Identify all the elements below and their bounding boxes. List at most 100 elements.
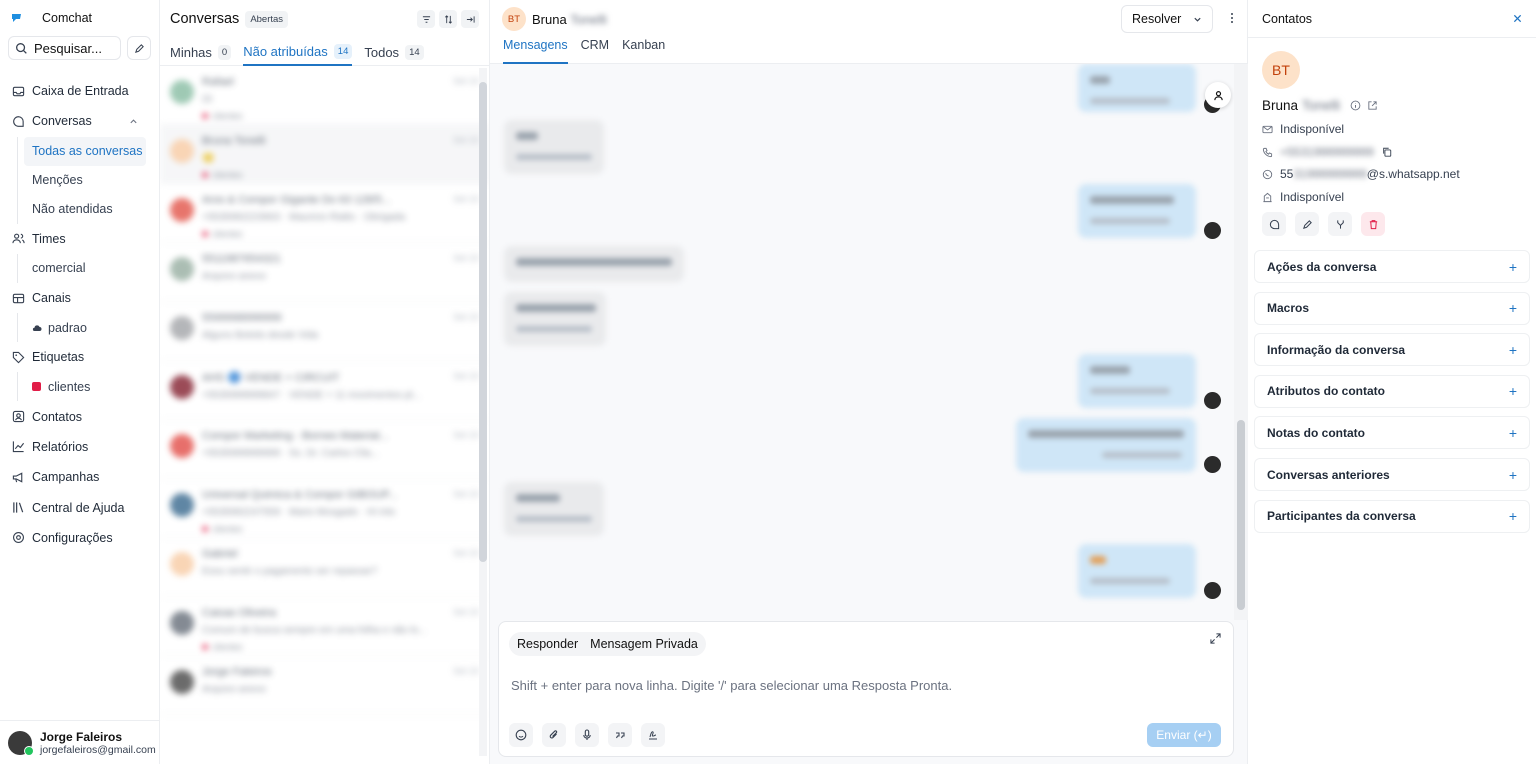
user-icon (1213, 90, 1223, 100)
label-text: clientes (212, 642, 243, 652)
filter-button[interactable] (417, 10, 435, 28)
conversation-item[interactable]: 5599998999999 Set 10 Alguns Bolotis desde … (160, 302, 489, 361)
agent-avatar (1204, 456, 1221, 473)
conversation-name: 5511987654321 (202, 253, 281, 265)
tab-mensagens[interactable]: Mensagens (503, 38, 568, 64)
accordion-label: Informação da conversa (1267, 342, 1406, 357)
delete-contact-button[interactable] (1361, 212, 1385, 236)
chevron-up-icon (130, 119, 137, 124)
sidebar-item-contatos[interactable]: Contatos (0, 401, 159, 431)
message-list (490, 64, 1234, 620)
conversation-item[interactable]: 5511987654321 Set 10 Arquivo anexo (160, 243, 489, 302)
sidebar-item-central-ajuda[interactable]: Central de Ajuda (0, 492, 159, 522)
sidebar-subitem-padrao[interactable]: padrao (24, 313, 159, 342)
copy-icon[interactable] (1382, 147, 1392, 157)
tab-count: 0 (217, 44, 232, 60)
message-incoming (504, 120, 604, 174)
conversation-list-scrollbar[interactable] (479, 68, 487, 756)
sidebar-item-inbox[interactable]: Caixa de Entrada (0, 76, 159, 106)
send-button[interactable]: Enviar (↵) (1147, 723, 1221, 747)
merge-contact-button[interactable] (1328, 212, 1352, 236)
chat-contact-name[interactable]: Bruna Tonelli (532, 12, 607, 27)
sidebar-item-label: Campanhas (32, 470, 100, 485)
status-badge[interactable]: Abertas (245, 10, 289, 28)
sidebar-item-relatorios[interactable]: Relatórios (0, 432, 159, 462)
brand[interactable]: Comchat (0, 0, 159, 36)
label-text: clientes (212, 111, 243, 121)
contact-icon (12, 410, 25, 423)
conversation-item[interactable]: Universal Quimica & Compor GIBOUP... Set … (160, 479, 489, 538)
sort-button[interactable] (439, 10, 457, 28)
message-input[interactable]: Shift + enter para nova linha. Digite '/… (511, 678, 952, 693)
conversation-name: Aros & Compor Gigante Do 63 128/5... (202, 194, 391, 206)
sidebar-item-campanhas[interactable]: Campanhas (0, 462, 159, 492)
tab-todos[interactable]: Todos 14 (364, 38, 424, 66)
assign-agent-button[interactable] (1205, 82, 1231, 108)
message-scrollbar[interactable] (1234, 64, 1248, 620)
scrollbar-thumb[interactable] (479, 82, 487, 562)
tab-mensagem-privada[interactable]: Mensagem Privada (590, 637, 698, 651)
info-icon[interactable] (1350, 100, 1361, 111)
tab-nao-atribuidas[interactable]: Não atribuídas 14 (243, 38, 353, 66)
resolve-button[interactable]: Resolver (1121, 5, 1213, 33)
conversation-item[interactable]: AHS 🔵 VENDE + CIRCUIT Set 10 +553599999984… (160, 361, 489, 420)
message-outgoing (1078, 64, 1196, 112)
scrollbar-thumb[interactable] (1237, 420, 1245, 610)
conversation-item[interactable]: Jorge Faleiros Set 10 Arquivo anexo (160, 656, 489, 715)
signature-button[interactable] (641, 723, 665, 747)
accordion-item[interactable]: Ações da conversa + (1254, 250, 1530, 283)
tab-kanban[interactable]: Kanban (622, 38, 665, 64)
expand-icon (1210, 633, 1221, 644)
conversation-item[interactable]: Aros & Compor Gigante Do 63 128/5... Set … (160, 184, 489, 243)
sidebar-subitem-clientes[interactable]: clientes (24, 372, 159, 401)
emoji-button[interactable] (509, 723, 533, 747)
close-icon[interactable] (1513, 14, 1522, 23)
conversation-item[interactable]: Gabriel Set 10 Esou sentir o pagamento ser… (160, 538, 489, 597)
attach-button[interactable] (542, 723, 566, 747)
sidebar-subitem-nao-atendidas[interactable]: Não atendidas (24, 195, 159, 224)
accordion-item[interactable]: Macros + (1254, 291, 1530, 325)
tab-responder[interactable]: Responder (517, 637, 578, 651)
sidebar-item-conversas[interactable]: Conversas (0, 106, 159, 136)
sidebar-item-canais[interactable]: Canais (0, 283, 159, 313)
tab-crm[interactable]: CRM (581, 38, 609, 64)
conversation-name: Jorge Faleiros (202, 666, 272, 678)
accordion-item[interactable]: Informação da conversa + (1254, 333, 1530, 367)
tab-count: 14 (333, 43, 353, 59)
conversation-name: Universal Quimica & Compor GIBOUP... (202, 489, 398, 501)
conversation-preview: +5535992247559 · Mario Mosgado · Hi Inlo (202, 507, 396, 518)
sidebar-item-configuracoes[interactable]: Configurações (0, 523, 159, 553)
cloud-icon (32, 325, 42, 331)
expand-editor-button[interactable] (1210, 632, 1221, 647)
tab-minhas[interactable]: Minhas 0 (170, 38, 232, 66)
conversation-item[interactable]: Compor Marketing - Bornes Material... Set… (160, 420, 489, 479)
quote-button[interactable] (608, 723, 632, 747)
conversation-item[interactable]: Rafael Set 10 Oi clientes (160, 66, 489, 125)
audio-button[interactable] (575, 723, 599, 747)
more-options-button[interactable] (1217, 12, 1247, 27)
user-profile[interactable]: Jorge Faleiros jorgefaleiros@gmail.com (0, 720, 160, 764)
conversation-item[interactable]: Caixas Oliveira Set 10 Comum de busca semp… (160, 597, 489, 656)
accordion-item[interactable]: Participantes da conversa + (1254, 499, 1530, 533)
edit-contact-button[interactable] (1295, 212, 1319, 236)
search-button[interactable]: Pesquisar... (8, 36, 122, 60)
compose-button[interactable] (127, 36, 151, 60)
sidebar-subitem-todas[interactable]: Todas as conversas (24, 136, 146, 166)
sidebar-subitem-comercial[interactable]: comercial (24, 254, 159, 283)
sidebar-item-etiquetas[interactable]: Etiquetas (0, 342, 159, 372)
conversation-preview: +5535999999999 · Ss. Dr. Carlos Clia... (202, 448, 380, 459)
new-message-button[interactable] (1262, 212, 1286, 236)
conversations-title: Conversas (170, 11, 240, 27)
accordion-item[interactable]: Notas do contato + (1254, 416, 1530, 450)
accordion-item[interactable]: Conversas anteriores + (1254, 458, 1530, 491)
sidebar-subitem-mencoes[interactable]: Menções (24, 166, 159, 195)
sidebar-item-times[interactable]: Times (0, 224, 159, 254)
sidebar: Comchat Pesquisar... Caixa de Entrada Co… (0, 0, 160, 764)
conversation-item[interactable]: Bruna Tonelli Set 10 🙂 clientes (160, 125, 489, 184)
plus-icon: + (1508, 424, 1517, 441)
chat-contact-avatar[interactable]: BT (502, 7, 526, 31)
accordion-item[interactable]: Atributos do contato + (1254, 374, 1530, 408)
external-link-icon[interactable] (1367, 100, 1378, 111)
quote-icon (616, 732, 625, 739)
collapse-button[interactable] (461, 10, 479, 28)
